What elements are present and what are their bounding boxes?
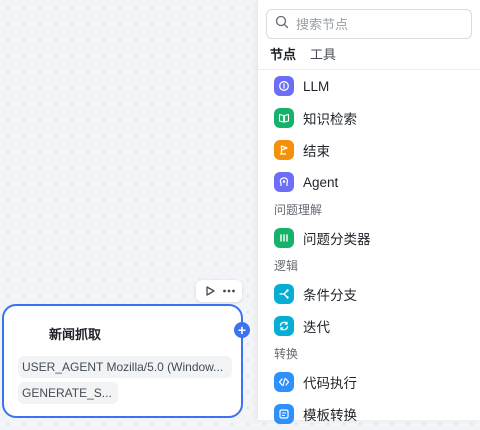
node-item-label: 代码执行	[303, 376, 357, 391]
node-item-label: 问题分类器	[303, 232, 371, 247]
node-item-question-classifier[interactable]: 问题分类器	[258, 222, 480, 254]
node-item-iteration[interactable]: 迭代	[258, 310, 480, 342]
node-item-label: Agent	[303, 174, 339, 190]
group-heading: 转换	[274, 347, 299, 361]
node-toolbar	[196, 280, 242, 302]
group-heading: 问题理解	[274, 203, 323, 217]
code-icon	[274, 372, 294, 392]
node-item-code[interactable]: 代码执行	[258, 366, 480, 398]
node-item-label: 结束	[303, 144, 330, 159]
end-icon	[274, 140, 294, 160]
node-item-if-else[interactable]: 条件分支	[258, 278, 480, 310]
node-env-field[interactable]: USER_AGENT Mozilla/5.0 (Window...	[18, 356, 232, 378]
node-item-template[interactable]: 模板转换	[258, 398, 480, 430]
node-list: LLM 知识检索 结束 Agent 问题理解 问题分类器 逻辑 条件分支 迭代 …	[258, 70, 480, 430]
node-item-llm[interactable]: LLM	[258, 70, 480, 102]
classifier-icon	[274, 228, 294, 248]
book-icon	[274, 108, 294, 128]
agent-icon	[274, 172, 294, 192]
add-node-button[interactable]: +	[234, 322, 250, 338]
more-icon[interactable]	[221, 283, 237, 299]
search-input[interactable]	[294, 15, 468, 33]
llm-icon	[274, 76, 294, 96]
tab-nodes[interactable]: 节点	[270, 44, 296, 67]
workflow-node-card[interactable]: 新闻抓取 USER_AGENT Mozilla/5.0 (Window... G…	[2, 304, 243, 418]
node-item-label: 模板转换	[303, 408, 357, 423]
iteration-icon	[274, 316, 294, 336]
node-item-end[interactable]: 结束	[258, 134, 480, 166]
branch-icon	[274, 284, 294, 304]
node-item-label: 知识检索	[303, 112, 357, 127]
node-item-agent[interactable]: Agent	[258, 166, 480, 198]
play-icon[interactable]	[202, 283, 218, 299]
group-heading: 逻辑	[274, 259, 299, 273]
panel-tabs: 节点 工具	[270, 44, 336, 67]
template-icon	[274, 404, 294, 424]
node-picker-panel: 节点 工具 LLM 知识检索 结束 Agent 问	[258, 0, 480, 424]
search-icon	[275, 15, 289, 34]
node-env-field[interactable]: GENERATE_S...	[18, 382, 118, 404]
node-item-label: 迭代	[303, 320, 330, 335]
search-box[interactable]	[266, 9, 472, 39]
node-title: 新闻抓取	[49, 327, 102, 342]
node-item-knowledge-retrieval[interactable]: 知识检索	[258, 102, 480, 134]
node-item-label: LLM	[303, 78, 330, 94]
node-item-label: 条件分支	[303, 288, 357, 303]
tab-tools[interactable]: 工具	[310, 44, 336, 67]
